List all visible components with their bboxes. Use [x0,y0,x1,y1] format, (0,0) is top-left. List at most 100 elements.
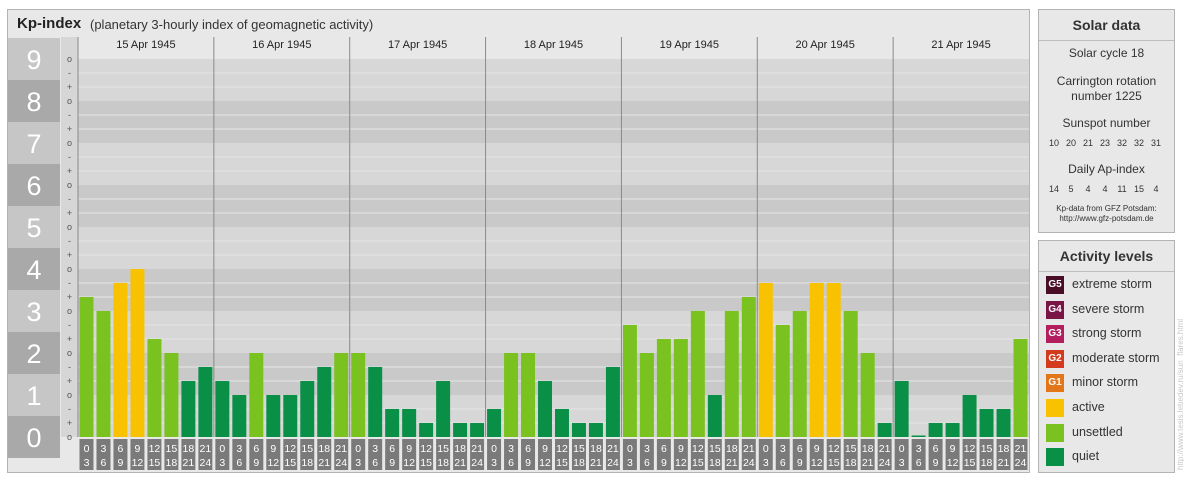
hour-start-label: 15 [981,443,993,455]
hour-end-label: 12 [675,457,687,469]
source-url: http://www.gfz-potsdam.de [1059,214,1154,223]
kp-bar [724,311,739,437]
hour-start-label: 15 [166,443,178,455]
minor-tick-label: + [67,418,72,428]
hour-end-label: 18 [301,457,313,469]
hour-start-label: 0 [763,443,769,455]
sunspot-value: 10 [1048,138,1059,148]
hour-end-label: 6 [780,457,786,469]
kp-bar [911,435,926,437]
minor-tick-label: - [68,236,71,246]
kp-bar [130,269,145,437]
hour-start-label: 0 [84,443,90,455]
hour-end-label: 15 [964,457,976,469]
hour-end-label: 6 [236,457,242,469]
minor-tick-label: - [68,68,71,78]
kp-bar [1013,339,1028,437]
hour-start-label: 18 [590,443,602,455]
minor-tick-label: o [67,306,72,316]
activity-level-swatch [1046,448,1064,467]
sunspot-label: Sunspot number [1062,116,1151,130]
activity-divider [1039,271,1174,272]
day-label: 15 Apr 1945 [116,39,175,51]
hour-start-label: 15 [709,443,721,455]
kp-bar [419,423,434,437]
hour-end-label: 3 [491,457,497,469]
hour-start-label: 6 [118,443,124,455]
kp-bar [707,395,722,437]
hour-end-label: 21 [862,457,874,469]
hour-start-label: 0 [355,443,361,455]
day-label: 18 Apr 1945 [524,39,583,51]
hour-end-label: 12 [403,457,415,469]
activity-level-swatch: G3 [1046,325,1064,344]
kp-bar [249,353,264,437]
y-tick-label: 0 [26,423,41,453]
hour-end-label: 24 [607,457,619,469]
kp-bar [521,353,536,437]
hour-end-label: 21 [726,457,738,469]
hour-start-label: 12 [964,443,976,455]
minor-tick-label: o [67,432,72,442]
kp-band [78,269,1029,311]
hour-end-label: 6 [916,457,922,469]
minor-tick-label: o [67,390,72,400]
hour-end-label: 6 [101,457,107,469]
sunspot-value: 31 [1150,138,1161,148]
hour-start-label: 3 [236,443,242,455]
hour-start-label: 12 [692,443,704,455]
hour-start-label: 3 [916,443,922,455]
kp-bar [690,311,705,437]
kp-bar [147,339,162,437]
hour-start-label: 18 [318,443,330,455]
kp-bar [198,366,213,437]
kp-bar [555,408,569,437]
hour-start-label: 12 [284,443,296,455]
kp-bar [266,395,281,437]
minor-tick-label: o [67,264,72,274]
kp-band [78,59,1029,101]
hour-end-label: 21 [183,457,195,469]
kp-bar [317,366,332,437]
kp-bar [877,423,892,437]
minor-tick-label: o [67,96,72,106]
y-tick-label: 7 [26,129,41,159]
kp-bar [605,366,620,437]
hour-start-label: 9 [135,443,141,455]
ap-index-value: 4 [1085,184,1091,194]
minor-tick-label: + [67,208,72,218]
kp-band [78,227,1029,269]
hour-start-label: 21 [879,443,891,455]
kp-bar [334,353,349,437]
y-tick-label: 5 [26,213,41,243]
minor-tick-label: - [68,110,71,120]
hour-end-label: 3 [627,457,633,469]
activity-level-swatch [1046,399,1064,417]
kp-bar [996,408,1011,437]
hour-start-label: 3 [372,443,378,455]
hour-start-label: 15 [573,443,585,455]
activity-level-swatch [1046,423,1064,442]
solar-cycle: Solar cycle 18 [1068,46,1145,60]
hour-end-label: 9 [797,457,803,469]
hour-end-label: 18 [166,457,178,469]
sunspot-value: 21 [1082,138,1093,148]
hour-end-label: 24 [743,457,755,469]
activity-level-label: active [1072,400,1105,414]
hour-end-label: 24 [200,457,212,469]
kp-bar [470,423,485,437]
hour-end-label: 18 [573,457,585,469]
minor-tick-label: - [68,194,71,204]
hour-end-label: 15 [828,457,840,469]
hour-end-label: 21 [318,457,330,469]
activity-level-label: severe storm [1072,301,1145,316]
hour-end-label: 9 [389,457,395,469]
kp-bar [571,423,586,437]
hour-end-label: 12 [132,457,144,469]
y-tick-label: 4 [26,255,41,285]
kp-bar [826,282,841,437]
kp-bar [894,381,909,437]
hour-start-label: 18 [862,443,874,455]
hour-start-label: 18 [454,443,466,455]
kp-bar [487,408,502,437]
